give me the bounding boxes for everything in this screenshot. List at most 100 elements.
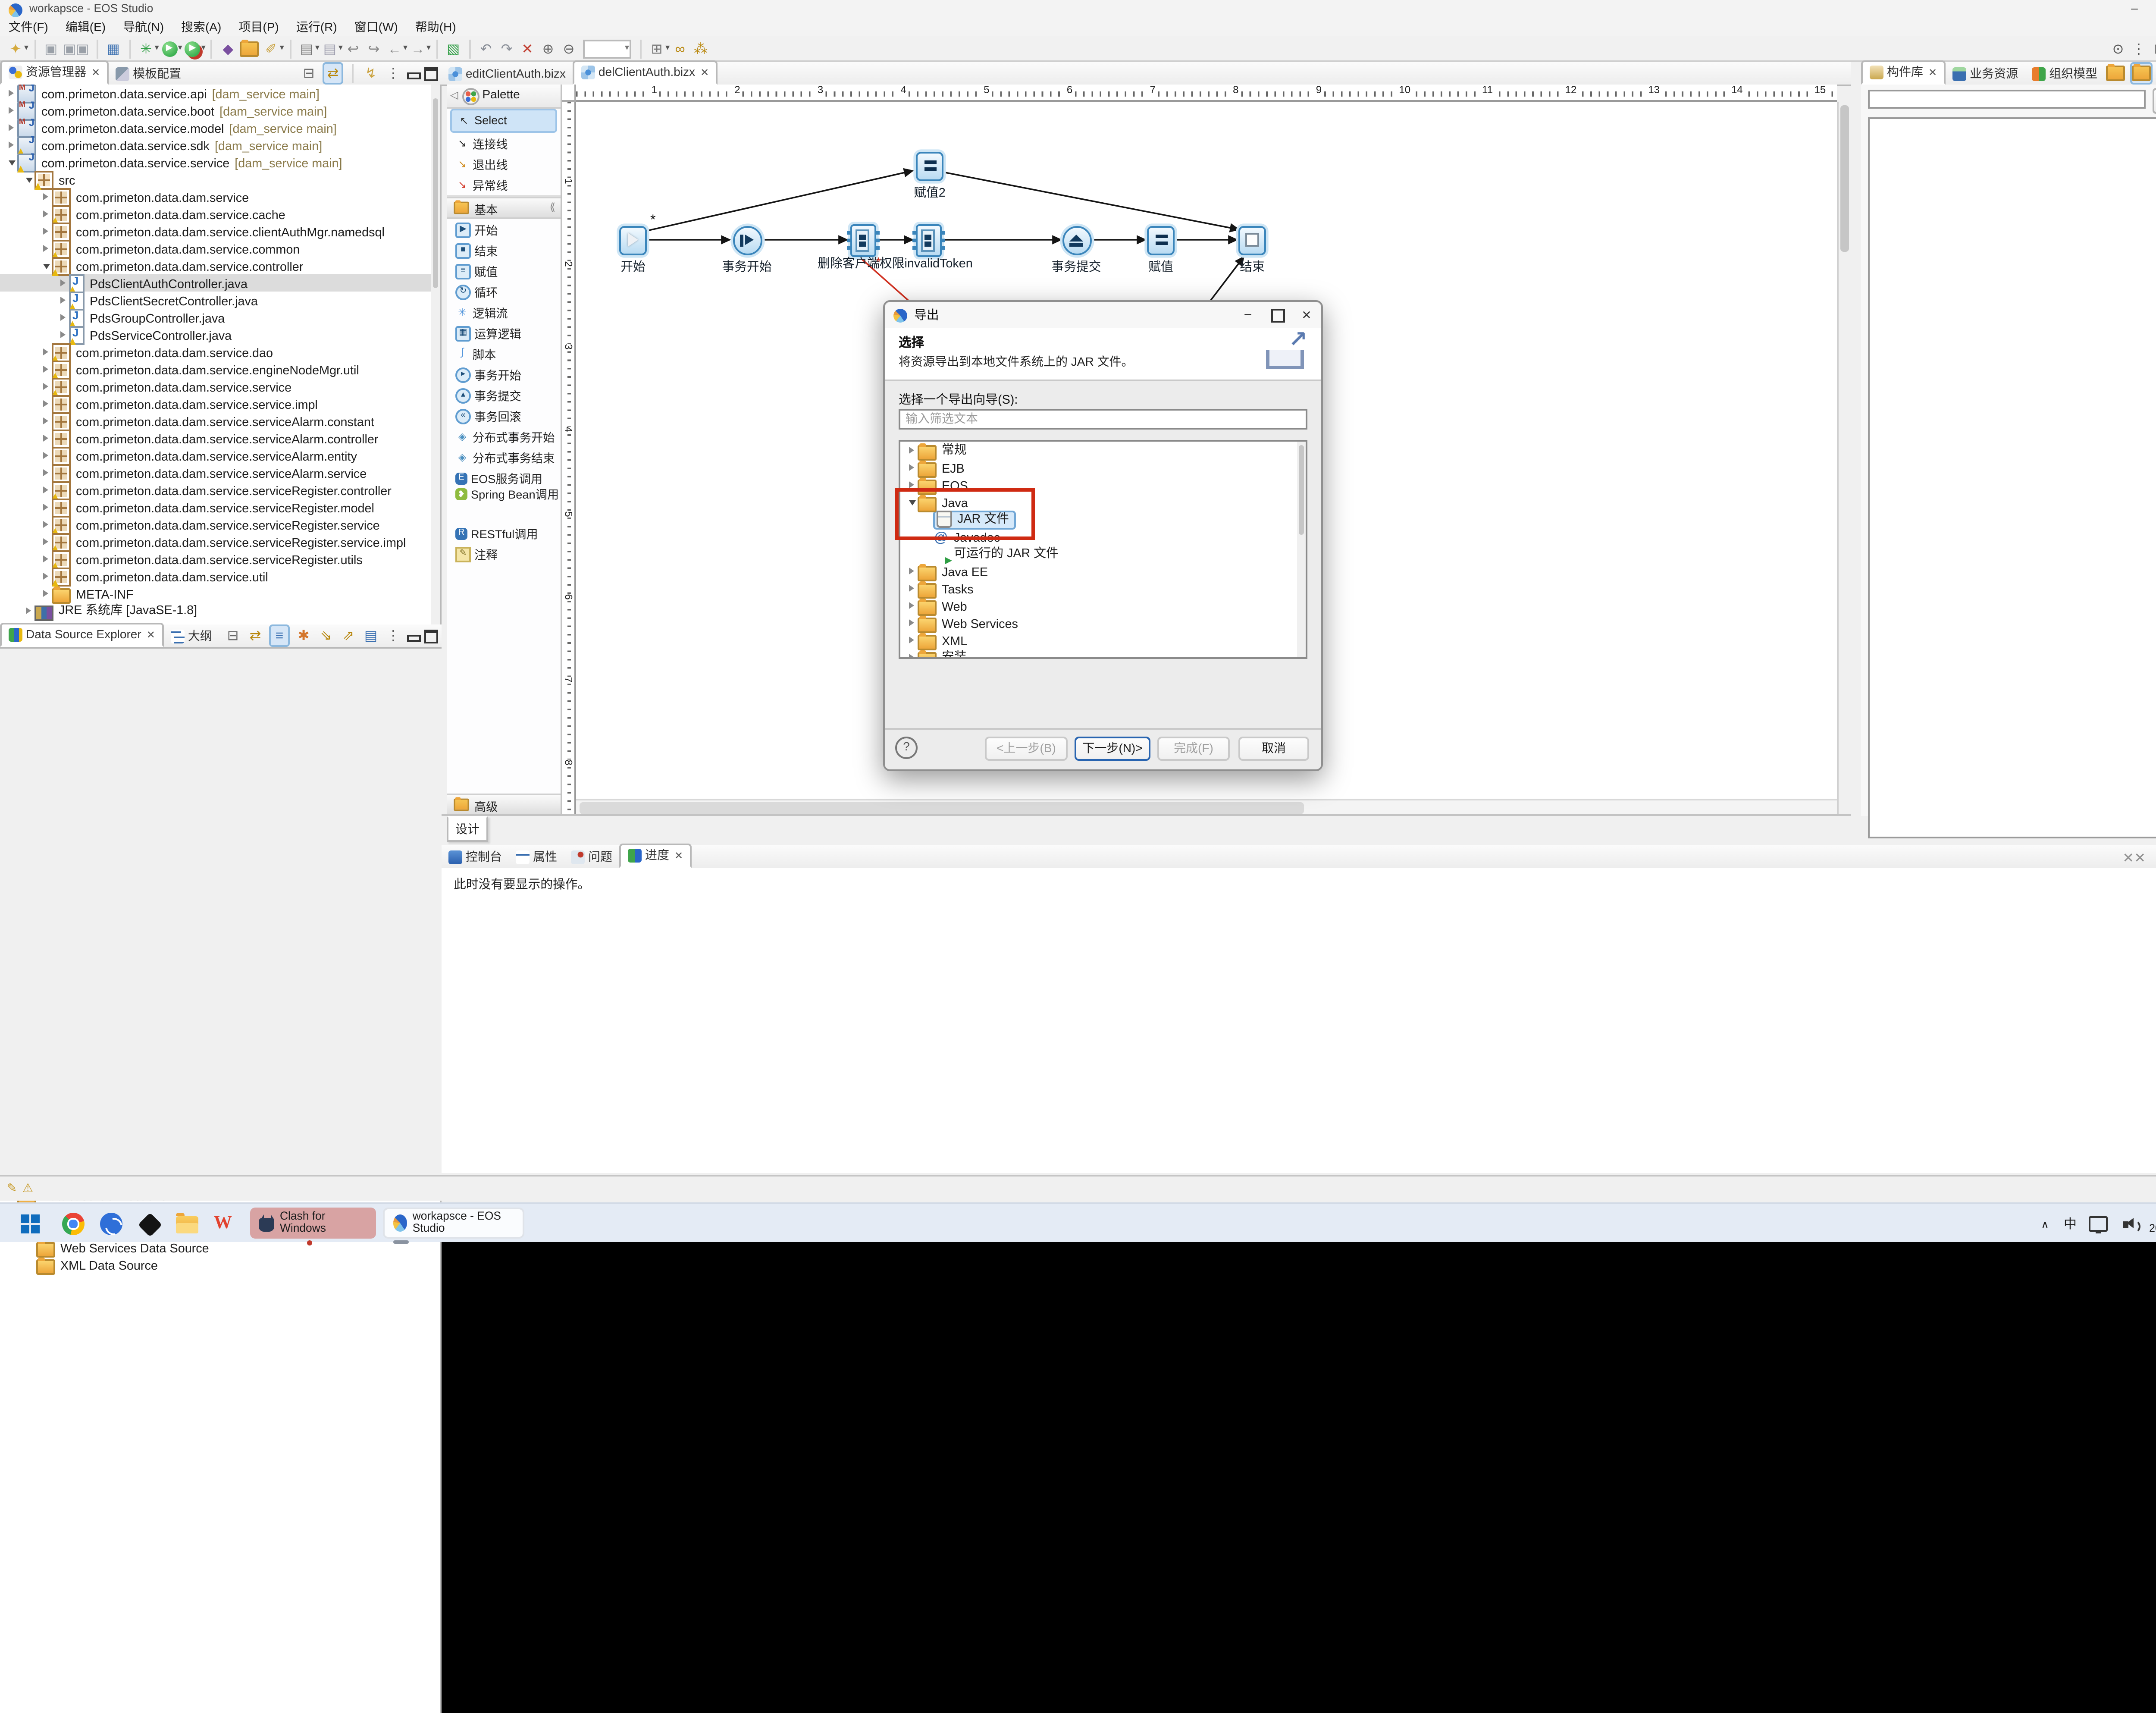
- collapse-palette-icon[interactable]: ◁: [450, 90, 458, 102]
- palette-item-循环[interactable]: ↻循环: [447, 281, 561, 302]
- window-nav-icon[interactable]: ▤: [321, 39, 338, 58]
- flow-folder-icon[interactable]: [2130, 62, 2153, 85]
- catalog-icon[interactable]: ▤: [362, 626, 379, 645]
- tab-控制台[interactable]: 控制台: [442, 847, 509, 868]
- node-start[interactable]: [619, 225, 647, 254]
- filter-icon[interactable]: ⁂: [692, 39, 709, 58]
- tree-item[interactable]: com.primeton.data.service.model[dam_serv…: [0, 119, 440, 136]
- search-doc-icon[interactable]: ▤: [298, 39, 315, 58]
- collapsed-twisty-icon[interactable]: [40, 210, 52, 217]
- close-tab-icon[interactable]: ✕: [674, 850, 683, 862]
- tree-item[interactable]: com.primeton.data.dam.service.serviceReg…: [0, 533, 440, 550]
- menu-搜索(A)[interactable]: 搜索(A): [172, 19, 230, 36]
- tree-item[interactable]: com.primeton.data.dam.service.service: [0, 378, 440, 395]
- collapsed-twisty-icon[interactable]: [57, 297, 69, 304]
- undo-icon[interactable]: ↶: [477, 39, 495, 58]
- search-icon[interactable]: ⊙: [2109, 40, 2127, 59]
- maximize-view-icon[interactable]: [423, 65, 438, 82]
- back-button[interactable]: <上一步(B): [985, 737, 1068, 761]
- diamond-app-icon[interactable]: [138, 1204, 162, 1244]
- taskbar-app-eos[interactable]: workapsce - EOS Studio: [383, 1208, 524, 1239]
- canvas-vscrollbar[interactable]: [1837, 102, 1851, 816]
- next-button[interactable]: 下一步(N)>: [1075, 737, 1150, 761]
- collapsed-twisty-icon[interactable]: [22, 607, 34, 614]
- finish-button[interactable]: 完成(F): [1157, 737, 1230, 761]
- collapsed-twisty-icon[interactable]: [40, 417, 52, 424]
- tree-item[interactable]: 安装: [900, 649, 1306, 659]
- view-menu-icon[interactable]: ⋮: [2130, 40, 2147, 59]
- filter-color-icon[interactable]: ✱: [295, 626, 312, 645]
- palette-item-RESTful调用[interactable]: RRESTful调用: [447, 523, 561, 543]
- tab-属性[interactable]: 属性: [509, 847, 564, 868]
- collapsed-twisty-icon[interactable]: [40, 400, 52, 407]
- view-menu-icon[interactable]: ⋮: [385, 626, 402, 645]
- component-search-input[interactable]: [1868, 90, 2146, 109]
- collapsed-twisty-icon[interactable]: [40, 245, 52, 252]
- monitor-icon[interactable]: ▦: [105, 39, 122, 58]
- menu-窗口(W)[interactable]: 窗口(W): [346, 19, 407, 36]
- zoom-in-icon[interactable]: ⊕: [539, 39, 557, 58]
- expanded-twisty-icon[interactable]: [40, 263, 52, 268]
- collapsed-twisty-icon[interactable]: [40, 555, 52, 562]
- zoom-out-icon[interactable]: ⊖: [560, 39, 577, 58]
- start-button[interactable]: [21, 1204, 40, 1244]
- back-icon[interactable]: ←: [386, 39, 403, 58]
- highlight-icon[interactable]: ✐: [263, 39, 280, 58]
- tab-问题[interactable]: 问题: [564, 847, 619, 868]
- collapsed-twisty-icon[interactable]: [40, 435, 52, 442]
- tree-icon[interactable]: ≡: [269, 624, 290, 647]
- next-edit-icon[interactable]: ↪: [365, 39, 382, 58]
- tree-item[interactable]: com.primeton.data.dam.service.serviceReg…: [0, 499, 440, 516]
- dialog-minimize-icon[interactable]: –: [1233, 302, 1263, 328]
- collapsed-twisty-icon[interactable]: [5, 90, 17, 97]
- new-icon[interactable]: ✦: [7, 39, 24, 58]
- sash[interactable]: [1851, 62, 1861, 816]
- collapsed-twisty-icon[interactable]: [40, 193, 52, 200]
- volume-icon[interactable]: [2123, 1204, 2139, 1244]
- tab-构件库[interactable]: 构件库✕: [1861, 60, 1946, 85]
- collapse-all-icon[interactable]: ⊟: [224, 626, 241, 645]
- layout-icon[interactable]: ⊞: [648, 39, 665, 58]
- tree-item[interactable]: com.primeton.data.dam.service.clientAuth…: [0, 223, 440, 240]
- tray-clock[interactable]: 15:26 2025/10/16: [2149, 1208, 2156, 1236]
- palette-section-advanced[interactable]: 高级: [447, 794, 561, 816]
- minimize-view-icon[interactable]: [405, 65, 421, 82]
- link-editor-icon[interactable]: ⇄: [323, 62, 343, 85]
- tree-item[interactable]: com.primeton.data.dam.service.common: [0, 240, 440, 257]
- collapsed-twisty-icon[interactable]: [906, 654, 918, 659]
- tree-item[interactable]: com.primeton.data.dam.service.controller: [0, 257, 440, 274]
- close-tab-icon[interactable]: ✕: [91, 66, 100, 78]
- pin-icon[interactable]: ⟪: [550, 202, 555, 214]
- tray-expand-icon[interactable]: ∧: [2041, 1204, 2049, 1244]
- tree-item[interactable]: com.primeton.data.service.sdk[dam_servic…: [0, 136, 440, 154]
- tree-item[interactable]: com.primeton.data.dam.service.serviceReg…: [0, 481, 440, 499]
- folder-purple-icon[interactable]: ◆: [219, 39, 237, 58]
- tab-editClientAuth.bizx[interactable]: editClientAuth.bizx: [442, 64, 573, 85]
- menu-文件(F)[interactable]: 文件(F): [0, 19, 57, 36]
- collapsed-twisty-icon[interactable]: [40, 469, 52, 476]
- filter-input[interactable]: 输入筛选文本: [899, 409, 1307, 430]
- palette-item-运算逻辑[interactable]: ▦运算逻辑: [447, 323, 561, 343]
- collapsed-twisty-icon[interactable]: [906, 619, 918, 626]
- node-assign2[interactable]: [916, 151, 943, 180]
- ime-indicator[interactable]: 中: [2064, 1204, 2077, 1244]
- refresh-icon[interactable]: ↯: [362, 64, 379, 83]
- tree-item[interactable]: com.primeton.data.dam.service.serviceAla…: [0, 412, 440, 430]
- minimize-view-icon[interactable]: [405, 627, 421, 644]
- menu-编辑(E)[interactable]: 编辑(E): [57, 19, 114, 36]
- palette-item-事务开始[interactable]: ▸事务开始: [447, 364, 561, 385]
- taskbar-app-clash[interactable]: Clash for Windows: [250, 1208, 376, 1239]
- palette-tool-Select[interactable]: ↖Select: [450, 109, 557, 133]
- collapsed-twisty-icon[interactable]: [40, 504, 52, 511]
- tree-item[interactable]: META-INF: [0, 585, 440, 602]
- palette-item-分布式事务结束[interactable]: ◈分布式事务结束: [447, 447, 561, 467]
- palette-item-事务提交[interactable]: ▴事务提交: [447, 385, 561, 405]
- tree-item[interactable]: XML Data Source: [0, 1256, 440, 1273]
- run-icon[interactable]: ▶: [161, 39, 178, 58]
- export-icon[interactable]: ⇗: [340, 626, 357, 645]
- collapsed-twisty-icon[interactable]: [40, 538, 52, 545]
- tree-item[interactable]: com.primeton.data.dam.service.serviceAla…: [0, 430, 440, 447]
- explorer-scrollbar[interactable]: [431, 85, 440, 624]
- tab-Data Source Explorer[interactable]: Data Source Explorer✕: [0, 623, 164, 647]
- tree-item[interactable]: com.primeton.data.service.boot[dam_servi…: [0, 102, 440, 119]
